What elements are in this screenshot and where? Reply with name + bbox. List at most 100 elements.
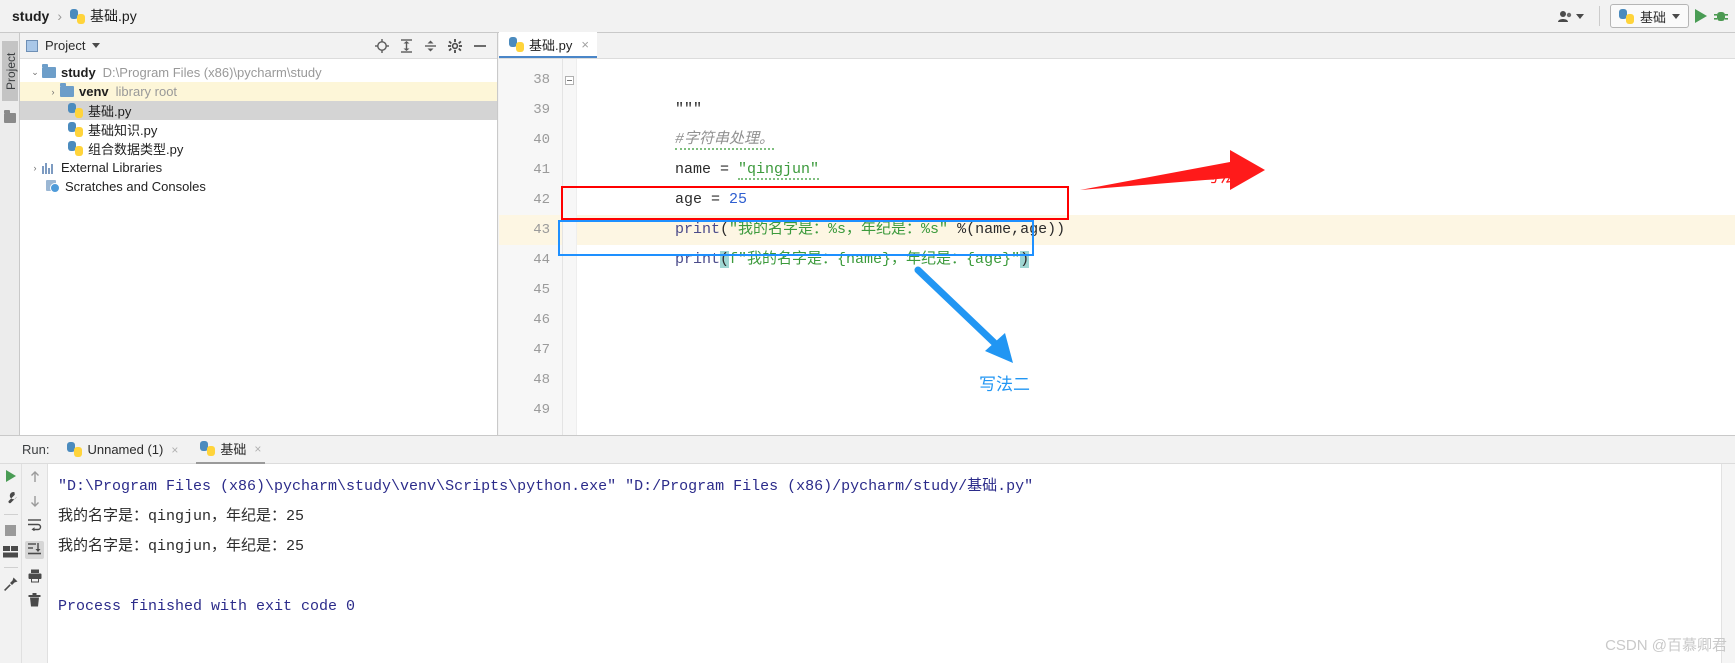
project-panel-title: Project xyxy=(45,38,86,53)
code-line-45[interactable] xyxy=(577,275,1735,305)
stop-icon[interactable] xyxy=(4,524,17,537)
close-icon[interactable]: × xyxy=(254,442,261,456)
chevron-down-icon[interactable] xyxy=(92,43,101,48)
run-toolbar-primary xyxy=(0,464,22,663)
tree-detail: library root xyxy=(115,84,178,99)
expand-all-icon[interactable] xyxy=(400,38,413,53)
code-token: "qingjun" xyxy=(738,161,820,180)
code-line-49[interactable] xyxy=(577,395,1735,425)
locate-target-icon[interactable] xyxy=(375,38,389,53)
python-run-icon xyxy=(67,442,83,457)
tree-row-external-libraries[interactable]: › External Libraries xyxy=(20,158,497,177)
breadcrumb: study › 基础.py xyxy=(0,6,137,26)
top-bar-right: 基础 xyxy=(1553,0,1735,32)
project-view-icon xyxy=(26,39,38,52)
tool-window-button-project[interactable]: Project xyxy=(2,41,18,101)
code-token: #字符串处理。 xyxy=(675,131,775,150)
tree-row-zuhe-py[interactable]: 组合数据类型.py xyxy=(20,139,497,158)
pin-icon[interactable] xyxy=(3,577,18,591)
tree-row-venv[interactable]: › venv library root xyxy=(20,82,497,101)
code-token: ( xyxy=(720,221,730,238)
python-file-icon xyxy=(68,103,83,118)
line-number: 47 xyxy=(533,342,550,358)
run-tab-label: 基础 xyxy=(220,442,247,457)
user-icon-button[interactable] xyxy=(1553,7,1589,26)
print-icon[interactable] xyxy=(28,569,42,583)
code-line-39[interactable]: #字符串处理。 xyxy=(577,95,1735,150)
run-tab-label: Unnamed (1) xyxy=(87,442,164,457)
code-token: """ xyxy=(675,101,703,118)
python-config-icon xyxy=(1618,8,1634,24)
editor-area: 基础.py × 38 39 40 41 42 43 44 45 46 47 48… xyxy=(499,32,1735,435)
code-token: "我的名字是：%s，年纪是：%s" xyxy=(729,221,949,238)
folder-icon[interactable] xyxy=(4,110,16,123)
run-triangle-icon[interactable] xyxy=(1695,9,1707,23)
tree-row-study[interactable]: ⌄ study D:\Program Files (x86)\pycharm\s… xyxy=(20,63,497,82)
watermark: CSDN @百慕卿君 xyxy=(1605,637,1727,654)
editor-tab-strip: 基础.py × xyxy=(499,32,1735,59)
editor-tab-jichu-py[interactable]: 基础.py × xyxy=(499,32,597,58)
run-tab-unnamed[interactable]: Unnamed (1) × xyxy=(63,436,182,464)
project-panel-header-icons xyxy=(375,38,491,53)
run-tab-jichu[interactable]: 基础 × xyxy=(196,436,266,464)
fold-collapse-icon[interactable] xyxy=(565,75,574,85)
editor-tab-label: 基础.py xyxy=(529,37,573,53)
tree-label: External Libraries xyxy=(61,160,163,175)
line-number: 38 xyxy=(533,72,550,88)
code-token: name = xyxy=(675,161,739,178)
tree-row-scratches[interactable]: Scratches and Consoles xyxy=(20,177,497,196)
tree-row-jichuzhishi-py[interactable]: 基础知识.py xyxy=(20,120,497,139)
wrench-icon[interactable] xyxy=(4,491,18,505)
project-tree: ⌄ study D:\Program Files (x86)\pycharm\s… xyxy=(20,59,497,196)
tree-label: Scratches and Consoles xyxy=(65,179,206,194)
annotation-label-red: 写法一 xyxy=(1203,167,1254,186)
minimize-icon[interactable] xyxy=(473,39,487,53)
folder-icon xyxy=(42,64,56,78)
line-number: 42 xyxy=(533,192,550,208)
close-icon[interactable]: × xyxy=(171,443,178,457)
scratches-icon xyxy=(46,180,60,193)
chevron-down-icon[interactable]: ⌄ xyxy=(28,67,42,78)
code-line-48[interactable] xyxy=(577,365,1735,395)
code-line-38[interactable]: """ xyxy=(577,65,1735,118)
tree-label: 组合数据类型.py xyxy=(88,142,184,157)
editor-fold-column xyxy=(563,59,577,435)
line-number: 40 xyxy=(533,132,550,148)
breadcrumb-file[interactable]: 基础.py xyxy=(70,6,137,26)
trash-icon[interactable] xyxy=(28,593,41,607)
python-file-icon xyxy=(509,36,524,52)
collapse-all-icon[interactable] xyxy=(424,39,437,53)
breadcrumb-file-label: 基础.py xyxy=(90,8,137,24)
gear-icon[interactable] xyxy=(448,38,462,53)
breadcrumb-root[interactable]: study xyxy=(12,8,49,24)
code-token: ( xyxy=(720,251,730,268)
chevron-right-icon[interactable]: › xyxy=(28,163,42,173)
code-token: print xyxy=(675,251,721,268)
fold-marker[interactable] xyxy=(563,65,576,95)
chevron-right-icon[interactable]: › xyxy=(46,87,60,97)
layout-icon[interactable] xyxy=(3,546,18,558)
debug-bug-icon[interactable] xyxy=(1713,8,1729,24)
tree-row-jichu-py[interactable]: 基础.py xyxy=(20,101,497,120)
code-token: %(name,age)) xyxy=(948,221,1066,238)
editor-gutter: 38 39 40 41 42 43 44 45 46 47 48 49 xyxy=(499,59,563,435)
close-icon[interactable]: × xyxy=(581,37,589,52)
run-configuration-selector[interactable]: 基础 xyxy=(1609,4,1689,28)
scroll-up-icon[interactable] xyxy=(28,470,42,484)
tree-label: venv xyxy=(79,84,109,99)
folder-icon xyxy=(60,83,74,97)
soft-wrap-icon[interactable] xyxy=(27,518,42,531)
chevron-down-icon xyxy=(1672,13,1680,19)
scroll-to-end-icon[interactable] xyxy=(25,541,44,559)
console-line: 我的名字是：qingjun，年纪是：25 xyxy=(58,538,305,555)
code-line-46[interactable] xyxy=(577,305,1735,335)
line-number: 48 xyxy=(533,372,550,388)
editor-body[interactable]: 38 39 40 41 42 43 44 45 46 47 48 49 """ xyxy=(499,59,1735,435)
run-console-output[interactable]: "D:\Program Files (x86)\pycharm\study\ve… xyxy=(48,464,1721,663)
editor-code[interactable]: """ #字符串处理。 name = "qingjun" age = 25 pr… xyxy=(577,59,1735,435)
code-line-47[interactable] xyxy=(577,335,1735,365)
python-file-icon xyxy=(68,122,83,137)
scroll-down-icon[interactable] xyxy=(28,494,42,508)
run-icon[interactable] xyxy=(5,470,16,482)
